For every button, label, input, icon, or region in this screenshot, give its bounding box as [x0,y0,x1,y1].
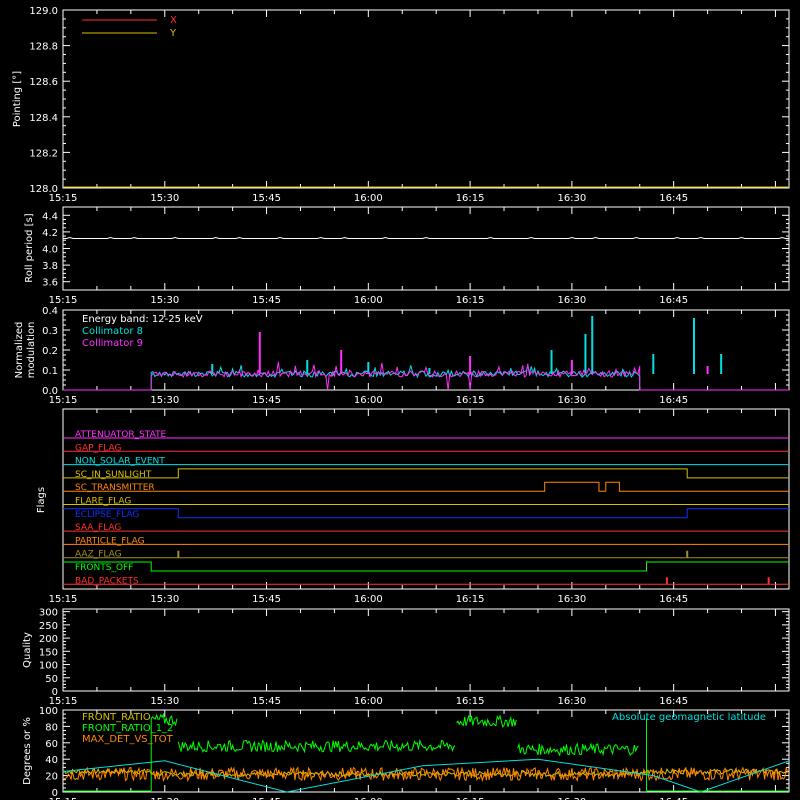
ratio-ylabel: Degrees or % [22,717,33,785]
x-tick-label: 15:30 [150,696,179,707]
quicklook-figure: Pointing [°] 128.0128.2128.4128.6128.812… [0,0,800,800]
x-tick-label: 16:30 [557,193,586,204]
y-tick-label: 4.2 [42,228,58,239]
y-tick-label: 128.6 [29,77,58,88]
y-tick-label: 0.2 [42,346,58,357]
legend-y-label: Y [169,28,177,39]
x-tick-label: 16:30 [557,696,586,707]
y-tick-label: 150 [39,647,58,658]
flags-ylabel: Flags [36,487,47,513]
x-tick-label: 16:15 [456,395,485,406]
flag-label-eclipse-flag: ECLIPSE_FLAG [75,510,139,520]
y-tick-label: 128.4 [29,113,58,124]
x-tick-label: 15:30 [150,395,179,406]
collimator-8-label: Collimator 8 [82,326,143,337]
energy-band-label: Energy band: 12-25 keV [82,314,203,325]
x-tick-label: 16:45 [659,295,688,306]
x-tick-label: 16:00 [354,594,383,605]
x-tick-label: 15:45 [252,395,281,406]
y-tick-label: 60 [45,739,58,750]
front-ratio-label: FRONT_RATIO [82,712,151,723]
y-tick-label: 40 [45,755,58,766]
y-tick-label: 20 [45,772,58,783]
x-tick-label: 16:30 [557,295,586,306]
x-tick-label: 16:00 [354,193,383,204]
x-tick-label: 15:45 [252,696,281,707]
x-tick-label: 16:15 [456,295,485,306]
y-tick-label: 128.2 [29,148,58,159]
x-tick-label: 16:30 [557,395,586,406]
y-tick-label: 0.3 [42,326,58,337]
x-tick-label: 16:00 [354,295,383,306]
y-tick-label: 4.4 [42,211,58,222]
x-tick-label: 15:45 [252,193,281,204]
x-tick-label: 15:45 [252,594,281,605]
x-tick-label: 16:00 [354,395,383,406]
pointing-ylabel: Pointing [°] [12,71,23,127]
x-tick-label: 16:15 [456,594,485,605]
roll-period-ylabel: Roll period [s] [24,213,35,282]
modulation-ylabel-line1: Normalized [14,322,25,379]
y-tick-label: 100 [39,661,58,672]
x-tick-label: 15:30 [150,295,179,306]
x-tick-label: 16:30 [557,594,586,605]
max-det-vs-tot-label: MAX_DET_VS_TOT [82,734,174,745]
y-tick-label: 0.4 [42,306,58,317]
x-tick-label: 15:30 [150,193,179,204]
y-tick-label: 50 [45,674,58,685]
x-tick-label: 15:15 [49,395,78,406]
front-ratio-1-2-label: FRONT_RATIO_1_2 [82,723,173,734]
y-tick-label: 80 [45,722,58,733]
legend-x-label: X [170,15,177,26]
y-tick-label: 0.1 [42,366,58,377]
collimator-9-label: Collimator 9 [82,338,143,349]
y-tick-label: 3.6 [42,278,58,289]
geomagnetic-latitude-label: Absolute geomagnetic latitude [612,712,766,723]
x-tick-label: 15:30 [150,594,179,605]
y-tick-label: 128.8 [29,42,58,53]
y-tick-label: 100 [39,706,58,717]
x-tick-label: 15:15 [49,193,78,204]
y-tick-label: 200 [39,634,58,645]
quality-ylabel: Quality [22,632,33,668]
flag-label-fronts-off: FRONTS_OFF [75,563,133,573]
x-tick-label: 16:45 [659,696,688,707]
x-tick-label: 16:45 [659,594,688,605]
x-tick-label: 16:00 [354,696,383,707]
y-tick-label: 3.8 [42,261,58,272]
y-tick-label: 300 [39,608,58,619]
y-tick-label: 250 [39,621,58,632]
x-tick-label: 15:45 [252,295,281,306]
x-tick-label: 16:15 [456,696,485,707]
x-tick-label: 15:15 [49,295,78,306]
x-tick-label: 16:45 [659,395,688,406]
modulation-ylabel-line2: modulation [26,322,37,379]
y-tick-label: 4.0 [42,245,58,256]
x-tick-label: 15:15 [49,594,78,605]
x-tick-label: 16:15 [456,193,485,204]
y-tick-label: 129.0 [29,6,58,17]
x-tick-label: 16:45 [659,193,688,204]
